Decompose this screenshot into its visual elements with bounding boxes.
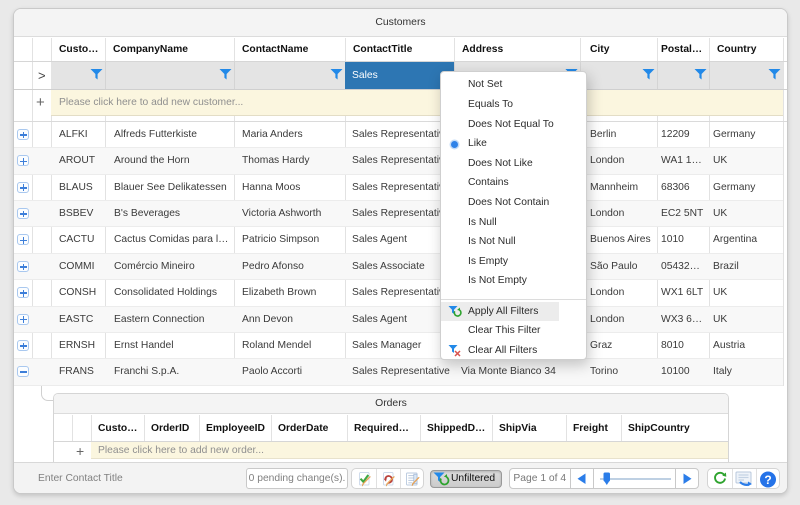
svg-text:?: ?: [765, 473, 772, 487]
